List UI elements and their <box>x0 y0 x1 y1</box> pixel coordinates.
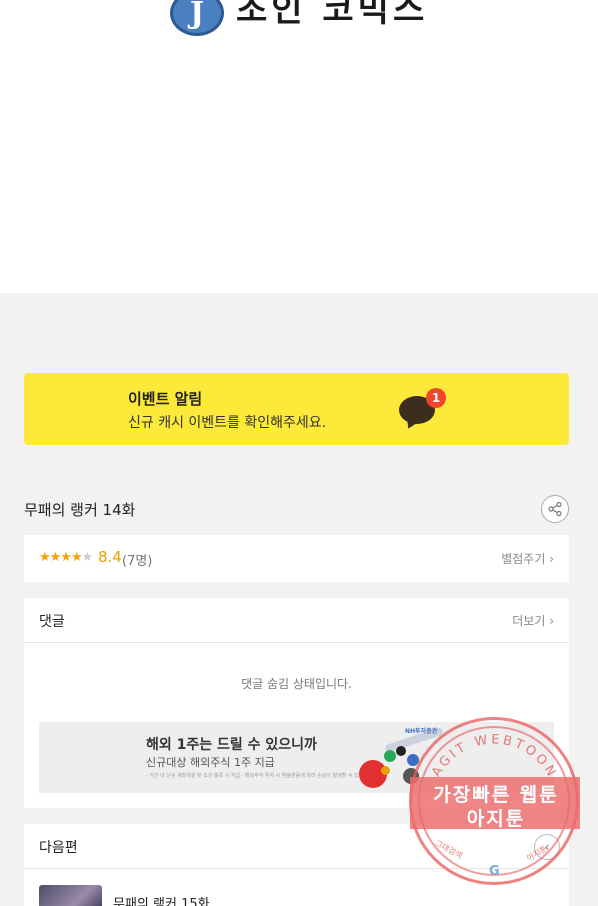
comments-title: 댓글 <box>39 614 65 630</box>
next-header: 다음편 ‹ <box>24 824 569 869</box>
comments-header: 댓글 더보기 › <box>24 598 569 643</box>
event-subtitle: 신규 캐시 이벤트를 확인해주세요. <box>128 415 327 431</box>
stock-logo-icon <box>381 766 390 775</box>
rating-count: (7명) <box>122 554 153 569</box>
stock-logo-icon <box>403 768 419 784</box>
comments-section: 댓글 더보기 › 댓글 숨김 상태입니다. NH투자증권 해외 1주는 드릴 수… <box>24 598 569 808</box>
next-title: 다음편 <box>39 840 78 856</box>
rating-score: 8.4 <box>98 548 122 566</box>
filled-stars: ★★★★ <box>39 550 83 565</box>
rating-stars: ★★★★★ <box>39 550 94 565</box>
share-button[interactable] <box>541 495 569 523</box>
next-episode-title[interactable]: 무패의 랭커 15화 <box>113 893 210 906</box>
rate-button[interactable]: 별점주기 › <box>501 550 554 567</box>
next-episode-thumbnail[interactable] <box>39 885 102 906</box>
share-icon <box>548 501 562 517</box>
event-banner[interactable]: 이벤트 알림 신규 캐시 이벤트를 확인해주세요. 1 <box>24 373 569 445</box>
ad-brand: NH투자증권 <box>405 728 438 735</box>
episode-title: 무패의 랭커 14화 <box>24 501 136 519</box>
next-nav-button[interactable]: ‹ <box>534 834 560 860</box>
comments-more-button[interactable]: 더보기 › <box>512 612 554 629</box>
app-logo[interactable]: J 조인 코믹스 <box>170 0 428 36</box>
comments-hidden-message: 댓글 숨김 상태입니다. <box>241 677 352 691</box>
stock-logo-icon <box>396 746 406 756</box>
notification-badge: 1 <box>426 388 446 408</box>
stock-logo-icon <box>407 754 419 766</box>
rating-card: ★★★★★ 8.4 (7명) 별점주기 › <box>24 535 569 582</box>
event-title: 이벤트 알림 <box>128 390 203 408</box>
empty-star: ★ <box>81 550 94 565</box>
ad-title: 해외 1주는 드릴 수 있으니까 <box>146 737 317 753</box>
ad-banner[interactable]: NH투자증권 해외 1주는 드릴 수 있으니까 신규대상 해외주식 1주 지급 … <box>39 722 554 793</box>
ad-fine-print: · 기간 내 신규 계좌개설 및 조건 충족 시 지급 · 해외주식 투자 시 … <box>146 773 373 779</box>
ad-subtitle: 신규대상 해외주식 1주 지급 <box>146 756 275 769</box>
logo-text: 조인 코믹스 <box>236 0 429 30</box>
stock-logo-icon <box>384 750 396 762</box>
logo-mark: J <box>170 0 224 36</box>
header-area: J 조인 코믹스 <box>0 0 598 293</box>
next-episode-section: 다음편 ‹ 무패의 랭커 15화 <box>24 824 569 906</box>
